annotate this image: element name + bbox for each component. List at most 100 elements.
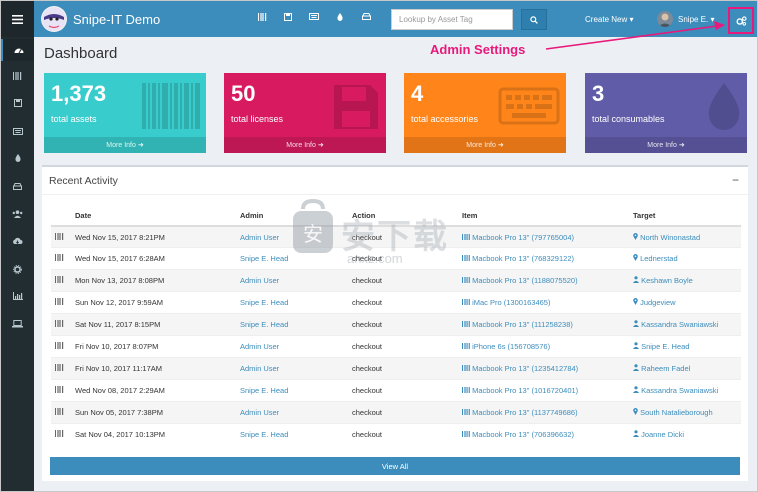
target-link[interactable]: Kassandra Swaniawski xyxy=(641,386,718,395)
target-link[interactable]: Kassandra Swaniawski xyxy=(641,320,718,329)
create-new-dropdown[interactable]: Create New ▾ xyxy=(585,15,634,24)
item-link[interactable]: Macbook Pro 13" (768329122) xyxy=(472,254,574,263)
sidebar-item-accessories[interactable] xyxy=(1,120,34,142)
row-type-icon xyxy=(51,225,71,248)
admin-link[interactable]: Admin User xyxy=(240,408,279,417)
cell-action: checkout xyxy=(348,334,458,358)
row-type-icon xyxy=(51,334,71,358)
arrow-circle-right-icon: ➜ xyxy=(137,142,144,149)
barcode-icon xyxy=(142,83,200,129)
sidebar-item-import[interactable] xyxy=(1,230,34,252)
tint-icon xyxy=(708,83,740,130)
column-header-date[interactable]: Date xyxy=(71,205,236,227)
table-row: Sat Nov 11, 2017 8:15PM Snipe E. Head chec… xyxy=(51,313,741,336)
admin-link[interactable]: Snipe E. Head xyxy=(240,320,288,329)
cell-action: checkout xyxy=(348,356,458,380)
target-link[interactable]: Lednerstad xyxy=(640,254,678,263)
barcode-icon xyxy=(55,320,64,329)
stat-box-consumables: 3 total consumables More Info ➜ xyxy=(585,73,747,153)
target-link[interactable]: North Winonastad xyxy=(640,233,700,242)
hdd-icon[interactable] xyxy=(353,13,379,21)
brand-link[interactable]: Snipe-IT Demo xyxy=(41,6,160,32)
admin-settings-annotation: Admin Settings xyxy=(430,42,526,57)
panel-title: Recent Activity xyxy=(49,175,118,187)
sidebar-item-reports[interactable] xyxy=(1,285,34,307)
column-header-target[interactable]: Target xyxy=(629,205,741,227)
item-link[interactable]: Macbook Pro 13" (111258238) xyxy=(472,320,573,329)
target-link[interactable]: Raheem Fadel xyxy=(641,364,690,373)
item-link[interactable]: Macbook Pro 13" (1235412784) xyxy=(472,364,578,373)
item-link[interactable]: Macbook Pro 13" (1137749686) xyxy=(472,408,578,417)
row-type-icon xyxy=(51,269,71,292)
stat-label: total licenses xyxy=(231,114,284,124)
more-info-link-consumables[interactable]: More Info ➜ xyxy=(585,137,747,153)
barcode-icon xyxy=(55,385,64,395)
target-link[interactable]: Joanne Dicki xyxy=(641,430,684,439)
hamburger-icon xyxy=(12,14,23,24)
sidebar-item-people[interactable] xyxy=(1,203,34,225)
cell-date: Sun Nov 12, 2017 9:59AM xyxy=(71,291,236,314)
icon-column-header xyxy=(51,205,71,227)
item-link[interactable]: Macbook Pro 13" (1188075520) xyxy=(472,276,578,285)
target-link[interactable]: Snipe E. Head xyxy=(641,342,689,351)
cell-date: Wed Nov 15, 2017 8:21PM xyxy=(71,225,236,248)
bar-chart-icon xyxy=(12,292,23,300)
item-link[interactable]: Macbook Pro 13" (1016720401) xyxy=(472,386,578,395)
admin-settings-button[interactable] xyxy=(728,7,754,34)
admin-link[interactable]: Admin User xyxy=(240,233,279,242)
table-row: Wed Nov 08, 2017 2:29AM Snipe E. Head chec… xyxy=(51,378,741,402)
target-link[interactable]: Judgeview xyxy=(640,298,675,307)
column-header-admin[interactable]: Admin xyxy=(236,205,348,227)
table-row: Mon Nov 13, 2017 8:08PM Admin User checkou… xyxy=(51,269,741,292)
asset-tag-search-input[interactable] xyxy=(391,9,513,30)
cell-action: checkout xyxy=(348,400,458,424)
page-title: Dashboard xyxy=(44,45,118,62)
barcode-icon xyxy=(462,386,470,395)
keyboard-icon xyxy=(498,87,560,125)
keyboard-icon[interactable] xyxy=(301,13,327,21)
caret-down-icon: ▾ xyxy=(710,15,715,24)
view-all-button[interactable]: View All xyxy=(50,457,740,475)
item-link[interactable]: Macbook Pro 13" (706396632) xyxy=(472,430,574,439)
tint-icon xyxy=(14,154,21,162)
ninja-logo-icon xyxy=(41,6,67,32)
sidebar-item-assets[interactable] xyxy=(1,65,34,87)
admin-link[interactable]: Snipe E. Head xyxy=(240,298,288,307)
barcode-icon xyxy=(462,298,470,307)
item-link[interactable]: Macbook Pro 13" (797765004) xyxy=(472,233,574,242)
stat-box-licenses: 50 total licenses More Info ➜ xyxy=(224,73,386,153)
stat-label: total accessories xyxy=(411,114,479,124)
target-link[interactable]: Keshawn Boyle xyxy=(641,276,693,285)
sidebar-item-settings[interactable] xyxy=(1,258,34,280)
avatar[interactable] xyxy=(657,11,673,27)
admin-link[interactable]: Snipe E. Head xyxy=(240,254,288,263)
user-icon xyxy=(633,276,639,285)
sidebar-item-components[interactable] xyxy=(1,175,34,197)
more-info-link-assets[interactable]: More Info ➜ xyxy=(44,137,206,153)
item-link[interactable]: iMac Pro (1300163465) xyxy=(472,298,550,307)
column-header-item[interactable]: Item xyxy=(458,205,629,227)
user-menu[interactable]: Snipe E. ▾ xyxy=(678,15,715,24)
stat-value: 3 xyxy=(592,81,605,106)
more-info-link-licenses[interactable]: More Info ➜ xyxy=(224,137,386,153)
admin-link[interactable]: Snipe E. Head xyxy=(240,430,288,439)
sidebar-item-consumables[interactable] xyxy=(1,147,34,169)
cell-date: Wed Nov 08, 2017 2:29AM xyxy=(71,378,236,402)
sidebar-item-dashboard[interactable] xyxy=(1,39,34,61)
item-link[interactable]: iPhone 6s (156708576) xyxy=(472,342,550,351)
sidebar-toggle-button[interactable] xyxy=(1,1,34,37)
admin-link[interactable]: Snipe E. Head xyxy=(240,386,288,395)
search-button[interactable] xyxy=(521,9,547,30)
collapse-button[interactable]: − xyxy=(732,173,739,187)
admin-link[interactable]: Admin User xyxy=(240,276,279,285)
save-icon[interactable] xyxy=(275,13,301,21)
admin-link[interactable]: Admin User xyxy=(240,364,279,373)
more-info-link-accessories[interactable]: More Info ➜ xyxy=(404,137,566,153)
barcode-icon xyxy=(55,407,64,417)
tint-icon[interactable] xyxy=(327,13,353,21)
target-link[interactable]: South Natalieborough xyxy=(640,408,713,417)
sidebar-item-licenses[interactable] xyxy=(1,92,34,114)
sidebar-item-requestable[interactable] xyxy=(1,313,34,335)
barcode-icon[interactable] xyxy=(249,13,275,21)
admin-link[interactable]: Admin User xyxy=(240,342,279,351)
